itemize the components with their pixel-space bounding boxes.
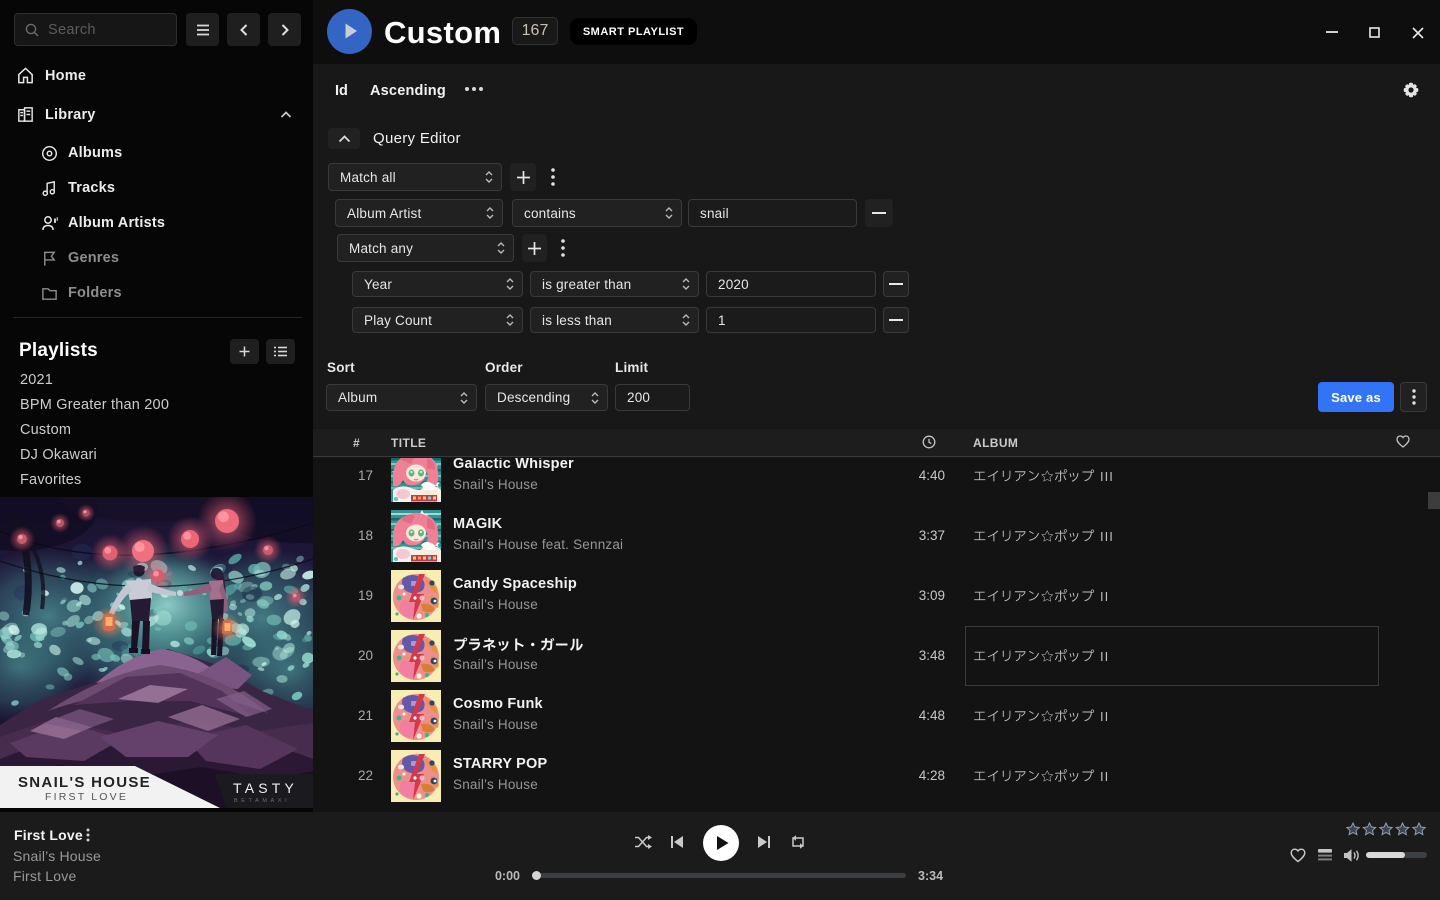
svg-text:SNAIL'S HOUSE: SNAIL'S HOUSE <box>18 774 151 791</box>
svg-text:TASTY: TASTY <box>233 780 298 796</box>
svg-text:BETAMAXI: BETAMAXI <box>234 798 290 804</box>
svg-text:FIRST LOVE: FIRST LOVE <box>45 791 128 803</box>
